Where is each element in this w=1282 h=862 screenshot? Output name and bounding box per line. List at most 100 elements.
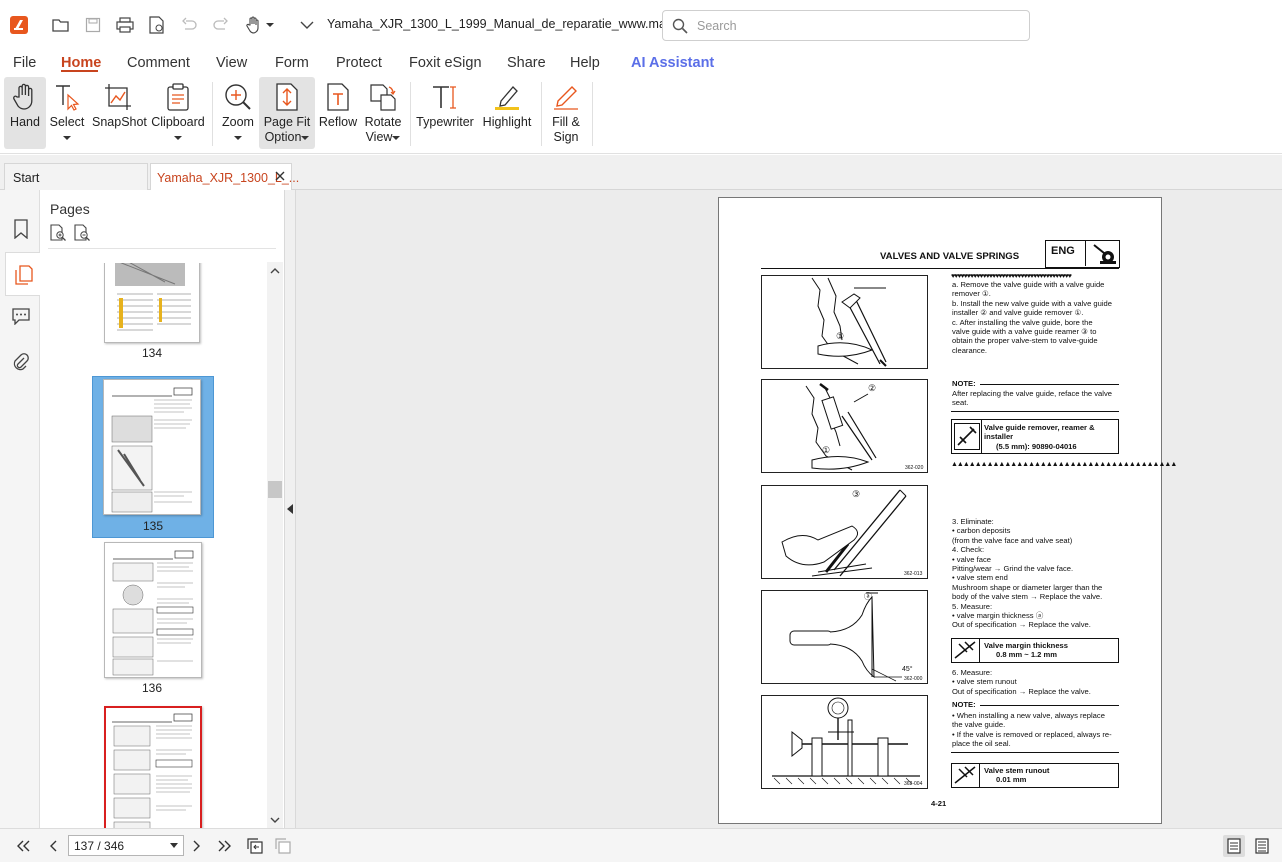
steps-b-line: 4. Check: <box>952 545 985 555</box>
reflow-button[interactable]: Reflow <box>318 77 358 149</box>
chevron-down-icon[interactable] <box>170 843 178 848</box>
menu-help[interactable]: Help <box>570 55 600 71</box>
document-dropdown-icon[interactable] <box>296 14 318 36</box>
note-1-line: After replacing the valve guide, reface … <box>952 389 1112 398</box>
collapse-panel-icon[interactable] <box>287 504 293 514</box>
menu-foxit-esign[interactable]: Foxit eSign <box>409 55 482 71</box>
ribbon-separator <box>541 82 542 146</box>
pages-panel-title: Pages <box>50 201 90 217</box>
document-view[interactable]: VALVES AND VALVE SPRINGS ENG ♥♥♥♥♥♥♥♥♥♥♥… <box>296 190 1282 828</box>
window-title: Yamaha_XJR_1300_L_1999_Manual_de_reparat… <box>327 17 714 31</box>
thumbnail-item[interactable]: 134 <box>102 263 202 363</box>
spec-2-value: 0.01 mm <box>996 775 1027 785</box>
foxit-logo-icon[interactable] <box>8 14 30 36</box>
hand-tool-button[interactable]: Hand <box>4 77 46 149</box>
clipboard-tool-button[interactable]: Clipboard <box>151 77 205 149</box>
clipboard-icon <box>167 83 189 111</box>
page-fit-option-button[interactable]: Page Fit Option <box>259 77 315 149</box>
tab-document[interactable]: Yamaha_XJR_1300_L_... <box>150 163 299 191</box>
hand-label: Hand <box>10 115 40 129</box>
typewriter-button[interactable]: Typewriter <box>416 77 474 149</box>
page-number-input[interactable]: 137 / 346 <box>68 835 184 856</box>
comments-panel-button[interactable] <box>6 301 36 331</box>
thumbnail-scrollbar[interactable] <box>267 262 283 828</box>
zoom-out-thumbnails-icon[interactable] <box>73 224 91 242</box>
single-page-icon <box>1227 838 1241 854</box>
menu-file[interactable]: File <box>13 55 36 71</box>
menu-bar: File Home Comment View Form Protect Foxi… <box>0 50 1282 76</box>
pages-panel-button[interactable] <box>5 252 41 296</box>
undo-icon[interactable] <box>178 14 200 36</box>
page-thumbnail <box>103 379 201 515</box>
continuous-view-button[interactable] <box>1251 835 1273 857</box>
menu-comment[interactable]: Comment <box>127 55 190 71</box>
note-2-line: place the oil seal. <box>952 739 1011 749</box>
scrollbar-thumb[interactable] <box>268 481 282 498</box>
snapshot-label: SnapShot <box>92 115 147 129</box>
thumbnail-label: 136 <box>141 681 163 695</box>
hand-mode-dropdown[interactable] <box>243 14 277 36</box>
previous-page-button[interactable] <box>42 835 64 857</box>
steps-a-line: b. Install the new valve guide with a va… <box>952 298 1112 308</box>
previous-view-button[interactable] <box>244 835 266 857</box>
tab-start[interactable]: Start <box>4 163 148 190</box>
typewriter-icon <box>433 86 456 109</box>
next-view-button[interactable] <box>272 835 294 857</box>
bookmarks-panel-button[interactable] <box>6 214 36 244</box>
panel-splitter[interactable] <box>284 190 296 828</box>
rotate-view-button[interactable]: Rotate View <box>362 77 404 149</box>
menu-view[interactable]: View <box>216 55 247 71</box>
properties-icon[interactable] <box>146 14 168 36</box>
reflow-label: Reflow <box>318 115 358 129</box>
highlight-label: Highlight <box>482 115 532 129</box>
thumbnail-item[interactable]: 136 <box>102 542 202 702</box>
redo-icon[interactable] <box>210 14 232 36</box>
attachments-panel-button[interactable] <box>6 348 36 378</box>
zoom-in-thumbnails-icon[interactable] <box>49 224 67 242</box>
next-page-button[interactable] <box>186 835 208 857</box>
note-rule <box>951 411 1119 412</box>
search-icon <box>672 18 688 34</box>
tool-box-line: (5.5 mm): 90890-04016 <box>996 441 1077 451</box>
menu-ai-assistant[interactable]: AI Assistant <box>631 55 714 71</box>
menu-home[interactable]: Home <box>61 55 101 71</box>
callout-1: ① <box>822 445 831 455</box>
search-input[interactable]: Search <box>662 10 1030 41</box>
paperclip-icon <box>13 353 29 371</box>
fill-sign-button[interactable]: Fill & Sign <box>546 77 586 149</box>
steps-a-line: obtain the proper valve-stem to valve-gu… <box>952 336 1098 346</box>
figure-valve-stem-runout: 362-004 <box>761 695 928 789</box>
save-icon[interactable] <box>82 14 104 36</box>
figure-valve-guide-reamer: ③ 362-013 <box>761 485 928 579</box>
thumbnail-list: 134 135 136 <box>40 263 266 828</box>
menu-protect[interactable]: Protect <box>336 55 382 71</box>
clipboard-label: Clipboard <box>151 115 205 145</box>
open-folder-icon[interactable] <box>50 14 72 36</box>
triangles-divider: ▲▲▲▲▲▲▲▲▲▲▲▲▲▲▲▲▲▲▲▲▲▲▲▲▲▲▲▲▲▲▲▲▲▲▲▲▲▲ <box>951 461 1177 468</box>
menu-form[interactable]: Form <box>275 55 309 71</box>
steps-b-line: 5. Measure: <box>952 601 993 611</box>
scroll-up-icon[interactable] <box>270 267 280 274</box>
zoom-icon <box>225 84 251 110</box>
snapshot-tool-button[interactable]: SnapShot <box>92 77 147 149</box>
print-icon[interactable] <box>114 14 136 36</box>
figure-code: 362-013 <box>904 571 923 577</box>
rotate-label: Rotate View <box>364 115 402 144</box>
document-tab-bar: Start Yamaha_XJR_1300_L_... <box>0 155 1282 191</box>
scroll-down-icon[interactable] <box>270 817 280 824</box>
select-text-icon <box>56 85 80 111</box>
close-tab-icon[interactable] <box>273 169 287 183</box>
single-page-view-button[interactable] <box>1223 835 1245 857</box>
thumbnail-item-selected[interactable]: 135 <box>92 376 214 538</box>
last-page-button[interactable] <box>214 835 236 857</box>
menu-share[interactable]: Share <box>507 55 546 71</box>
first-page-icon <box>17 840 30 852</box>
zoom-tool-button[interactable]: Zoom <box>220 77 256 149</box>
select-tool-button[interactable]: Select <box>49 77 85 149</box>
highlight-button[interactable]: Highlight <box>479 77 535 149</box>
page-number: 4-21 <box>931 799 947 808</box>
thumbnail-item-current[interactable] <box>102 706 202 828</box>
next-page-icon <box>193 840 200 852</box>
first-page-button[interactable] <box>12 835 34 857</box>
steps-b-line: • valve margin thickness ⓐ <box>952 611 1044 620</box>
